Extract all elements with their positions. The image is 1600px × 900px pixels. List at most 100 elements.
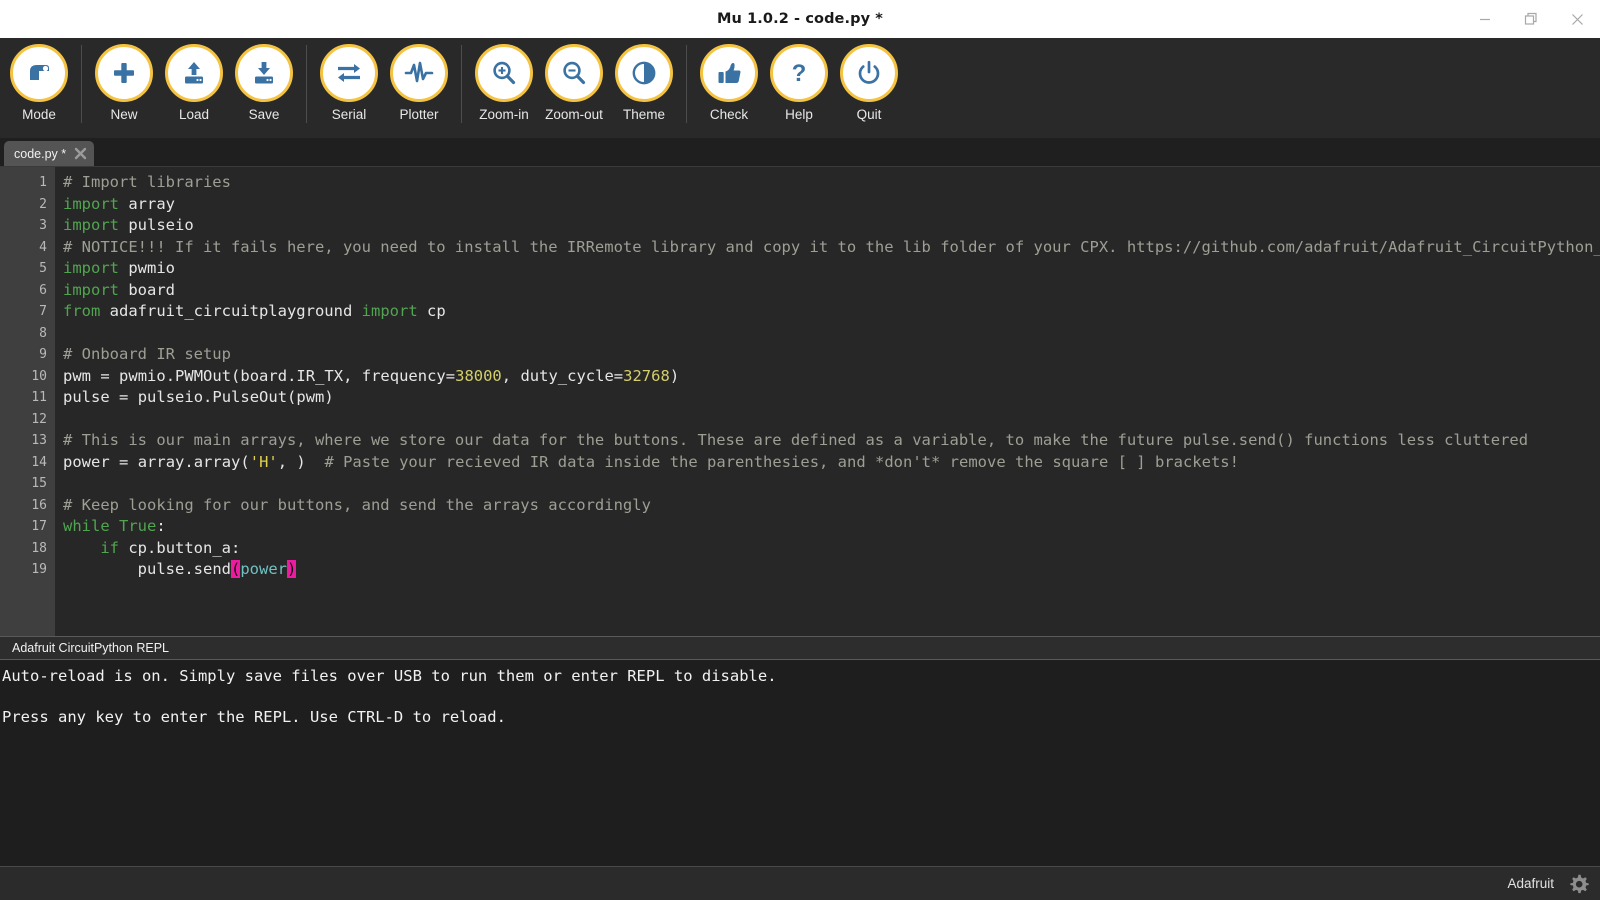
tab-close-button[interactable] bbox=[73, 146, 88, 161]
repl-title: Adafruit CircuitPython REPL bbox=[12, 641, 170, 655]
repl-line: Auto-reload is on. Simply save files ove… bbox=[2, 667, 777, 685]
toolbar-label-mode: Mode bbox=[22, 107, 56, 122]
code-line[interactable] bbox=[63, 473, 1600, 495]
toolbar-separator-2 bbox=[306, 45, 307, 123]
toolbar-button-help[interactable]: ? Help bbox=[764, 41, 834, 122]
toolbar-label-help: Help bbox=[785, 107, 813, 122]
main-toolbar: Mode New Load Save Serial Plotter Zoom-i… bbox=[0, 38, 1600, 138]
toolbar-button-zoom-in[interactable]: Zoom-in bbox=[469, 41, 539, 122]
code-line[interactable] bbox=[63, 323, 1600, 345]
upload-icon bbox=[185, 62, 203, 84]
toolbar-label-new: New bbox=[110, 107, 138, 122]
line-number: 13 bbox=[31, 433, 47, 448]
toolbar-label-check: Check bbox=[709, 107, 749, 122]
code-text-area[interactable]: # Import libraries import array import pul… bbox=[55, 167, 1600, 636]
toolbar-button-mode[interactable]: Mode bbox=[4, 41, 74, 122]
toolbar-label-serial: Serial bbox=[331, 107, 367, 122]
code-editor[interactable]: 1 2 3 4 5 6 7 8 9 10 11 12 13 14 15 16 17 18 19 # Import l… bbox=[0, 166, 1600, 636]
toolbar-button-plotter[interactable]: Plotter bbox=[384, 41, 454, 122]
toolbar-group-device: Serial Plotter bbox=[314, 41, 454, 122]
svg-text:?: ? bbox=[792, 60, 807, 87]
code-line[interactable]: import pulseio bbox=[63, 215, 1600, 237]
line-number: 19 bbox=[31, 562, 47, 577]
line-number-gutter: 1 2 3 4 5 6 7 8 9 10 11 12 13 14 15 16 17 18 19 bbox=[0, 167, 55, 636]
repl-line bbox=[2, 687, 1600, 708]
code-line[interactable]: pwm = pwmio.PWMOut(board.IR_TX, frequenc… bbox=[63, 366, 1600, 388]
quit-button-circle bbox=[840, 44, 898, 102]
line-number: 8 bbox=[39, 325, 47, 341]
window-controls bbox=[1462, 0, 1600, 38]
line-number: 9 bbox=[39, 347, 47, 362]
thumbs-up-icon bbox=[718, 62, 741, 83]
line-number: 12 bbox=[31, 411, 47, 427]
line-number: 5 bbox=[39, 261, 47, 276]
download-icon bbox=[255, 62, 273, 84]
code-line[interactable]: # Onboard IR setup bbox=[63, 344, 1600, 366]
restore-button[interactable] bbox=[1508, 0, 1554, 38]
toolbar-button-zoom-out[interactable]: Zoom-out bbox=[539, 41, 609, 122]
save-button-circle bbox=[235, 44, 293, 102]
code-line[interactable]: import board bbox=[63, 280, 1600, 302]
code-line[interactable]: # Import libraries bbox=[63, 172, 1600, 194]
close-icon bbox=[1571, 13, 1583, 25]
code-line[interactable]: pulse.send(power) bbox=[63, 559, 1600, 581]
code-line[interactable]: if cp.button_a: bbox=[63, 538, 1600, 560]
line-number: 7 bbox=[39, 304, 47, 319]
code-line[interactable]: import pwmio bbox=[63, 258, 1600, 280]
close-button[interactable] bbox=[1554, 0, 1600, 38]
toolbar-button-load[interactable]: Load bbox=[159, 41, 229, 122]
repl-header: Adafruit CircuitPython REPL bbox=[0, 636, 1600, 660]
code-line[interactable]: # Keep looking for our buttons, and send… bbox=[63, 495, 1600, 517]
status-mode-label[interactable]: Adafruit bbox=[1507, 876, 1554, 891]
power-icon bbox=[858, 60, 880, 84]
repl-line: Press any key to enter the REPL. Use CTR… bbox=[2, 708, 506, 726]
repl-output[interactable]: Auto-reload is on. Simply save files ove… bbox=[0, 660, 1600, 866]
toolbar-label-zoom-in: Zoom-in bbox=[479, 107, 529, 122]
toolbar-button-serial[interactable]: Serial bbox=[314, 41, 384, 122]
code-line[interactable]: from adafruit_circuitplayground import c… bbox=[63, 301, 1600, 323]
toolbar-separator-1 bbox=[81, 45, 82, 123]
toolbar-button-save[interactable]: Save bbox=[229, 41, 299, 122]
waveform-icon bbox=[404, 61, 434, 83]
line-number: 6 bbox=[39, 282, 47, 298]
code-line[interactable]: import array bbox=[63, 194, 1600, 216]
check-button-circle bbox=[700, 44, 758, 102]
line-number: 4 bbox=[39, 239, 47, 255]
toolbar-label-zoom-out: Zoom-out bbox=[545, 107, 603, 122]
line-number: 18 bbox=[31, 540, 47, 556]
toolbar-label-quit: Quit bbox=[856, 107, 882, 122]
exchange-arrows-icon bbox=[338, 64, 360, 82]
tab-label: code.py * bbox=[14, 146, 67, 161]
magnifier-minus-icon bbox=[563, 61, 586, 85]
toolbar-separator-4 bbox=[686, 45, 687, 123]
mu-editor-window: Mu 1.0.2 - code.py * Mode New Load Save … bbox=[0, 0, 1600, 900]
code-line[interactable]: power = array.array('H', ) # Paste your … bbox=[63, 452, 1600, 474]
tab-bar: code.py * bbox=[0, 138, 1600, 166]
zoom-in-button-circle bbox=[475, 44, 533, 102]
code-line[interactable] bbox=[63, 409, 1600, 431]
question-mark-icon: ? bbox=[792, 60, 807, 87]
serial-button-circle bbox=[320, 44, 378, 102]
status-bar: Adafruit bbox=[0, 866, 1600, 900]
toolbar-group-mode: Mode bbox=[4, 41, 74, 122]
minimize-icon bbox=[1480, 18, 1490, 21]
toolbar-button-theme[interactable]: Theme bbox=[609, 41, 679, 122]
line-number: 10 bbox=[31, 368, 47, 384]
line-number: 17 bbox=[31, 519, 47, 534]
toolbar-label-plotter: Plotter bbox=[399, 107, 439, 122]
code-line[interactable]: while True: bbox=[63, 516, 1600, 538]
theme-button-circle bbox=[615, 44, 673, 102]
settings-gear-button[interactable] bbox=[1568, 873, 1590, 895]
toolbar-button-new[interactable]: New bbox=[89, 41, 159, 122]
line-number: 11 bbox=[31, 390, 47, 405]
toolbar-separator-3 bbox=[461, 45, 462, 123]
zoom-out-button-circle bbox=[545, 44, 603, 102]
tab-code-py[interactable]: code.py * bbox=[4, 141, 95, 166]
toolbar-label-save: Save bbox=[248, 107, 280, 122]
code-line[interactable]: # This is our main arrays, where we stor… bbox=[63, 430, 1600, 452]
code-line[interactable]: pulse = pulseio.PulseOut(pwm) bbox=[63, 387, 1600, 409]
minimize-button[interactable] bbox=[1462, 0, 1508, 38]
toolbar-button-check[interactable]: Check bbox=[694, 41, 764, 122]
toolbar-button-quit[interactable]: Quit bbox=[834, 41, 904, 122]
code-line[interactable]: # NOTICE!!! If it fails here, you need t… bbox=[63, 237, 1600, 259]
